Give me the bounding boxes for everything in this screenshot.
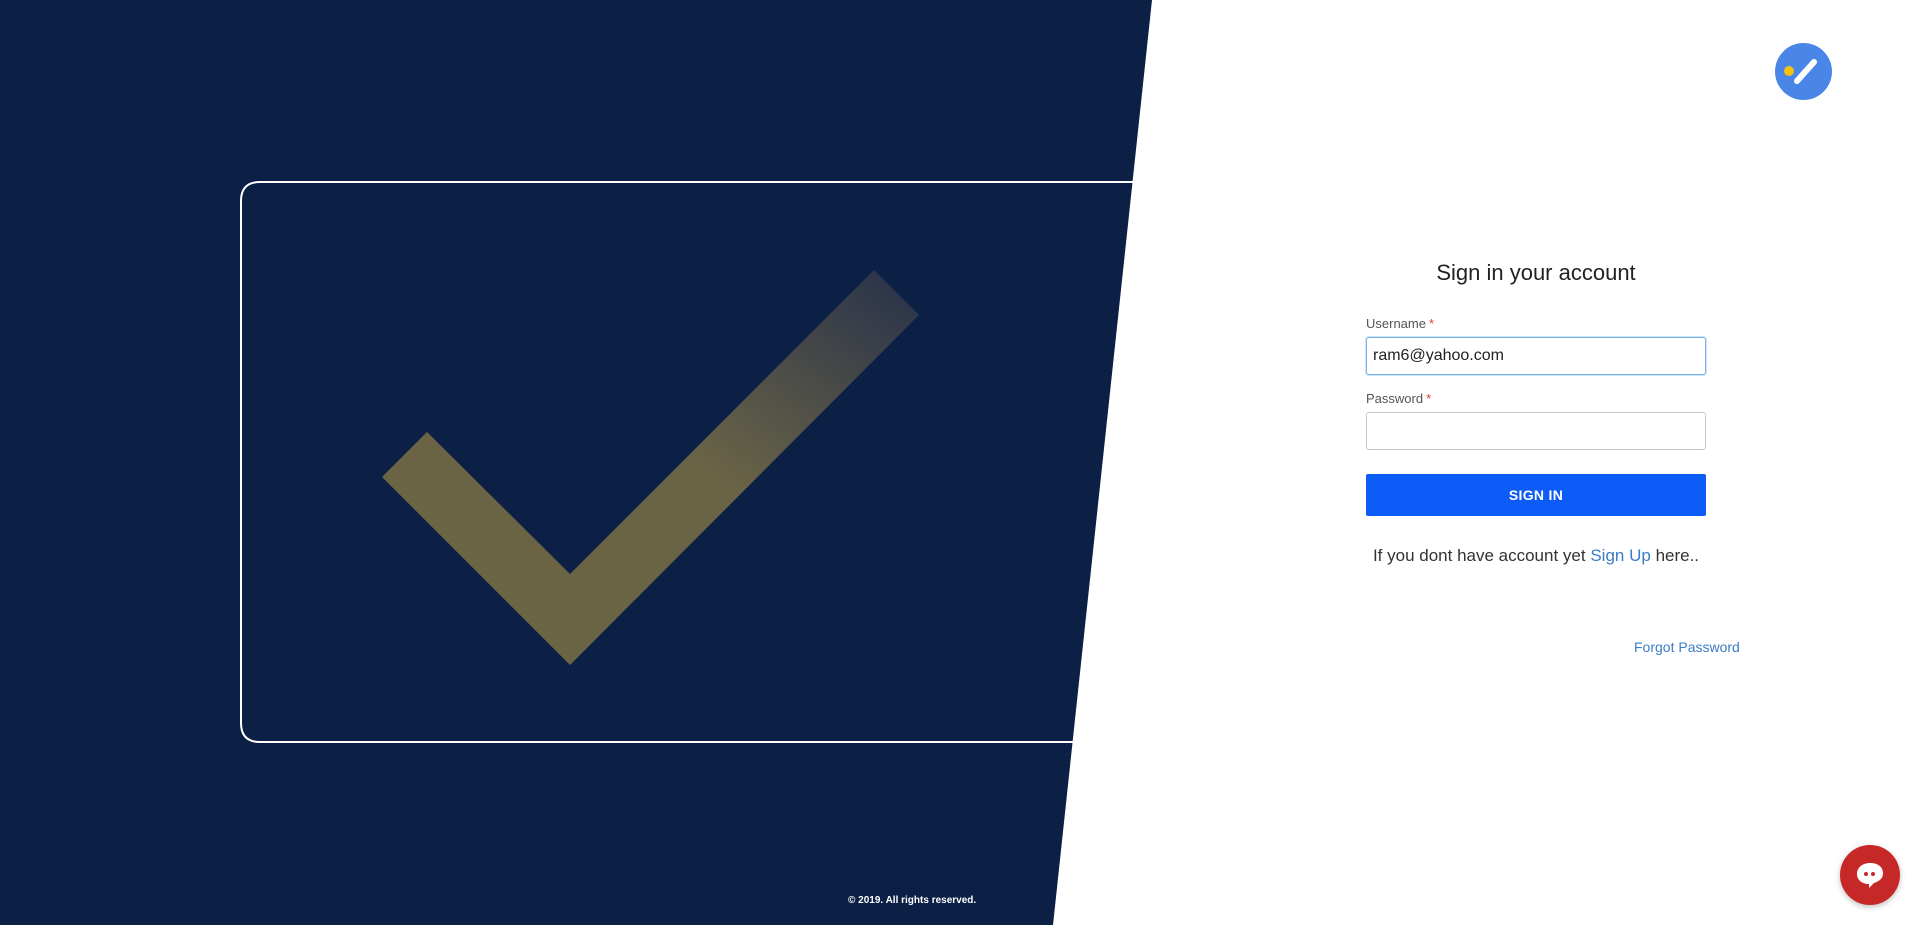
copyright-text: © 2019. All rights reserved. <box>848 895 977 906</box>
forgot-password-link[interactable]: Forgot Password <box>1634 639 1740 655</box>
password-input[interactable] <box>1366 412 1706 450</box>
signup-prompt: If you dont have account yet Sign Up her… <box>1366 546 1706 566</box>
username-group: Username * <box>1366 316 1706 375</box>
signup-link[interactable]: Sign Up <box>1590 546 1650 565</box>
required-mark: * <box>1426 391 1432 406</box>
signup-suffix: here.. <box>1655 546 1700 565</box>
signup-prefix: If you dont have account yet <box>1372 546 1586 565</box>
required-mark: * <box>1428 316 1435 331</box>
signin-button[interactable]: SIGN IN <box>1366 474 1706 516</box>
password-group: Password * <box>1366 391 1706 450</box>
password-label: Password * <box>1366 391 1706 406</box>
check-stroke-logo-icon <box>1775 43 1832 100</box>
form-title: Sign in your account <box>1436 260 1636 285</box>
chat-button[interactable] <box>1840 845 1900 905</box>
password-label-text: Password <box>1366 391 1424 406</box>
chat-bubble-icon <box>1857 863 1883 888</box>
login-page: © 2019. All rights reserved. Sign in you… <box>0 0 1920 925</box>
username-input[interactable] <box>1366 337 1706 375</box>
hero-background <box>0 0 1152 925</box>
username-label: Username * <box>1366 316 1706 331</box>
username-label-text: Username <box>1366 316 1426 331</box>
signin-form: Sign in your account Username* Password*… <box>1366 260 1706 566</box>
